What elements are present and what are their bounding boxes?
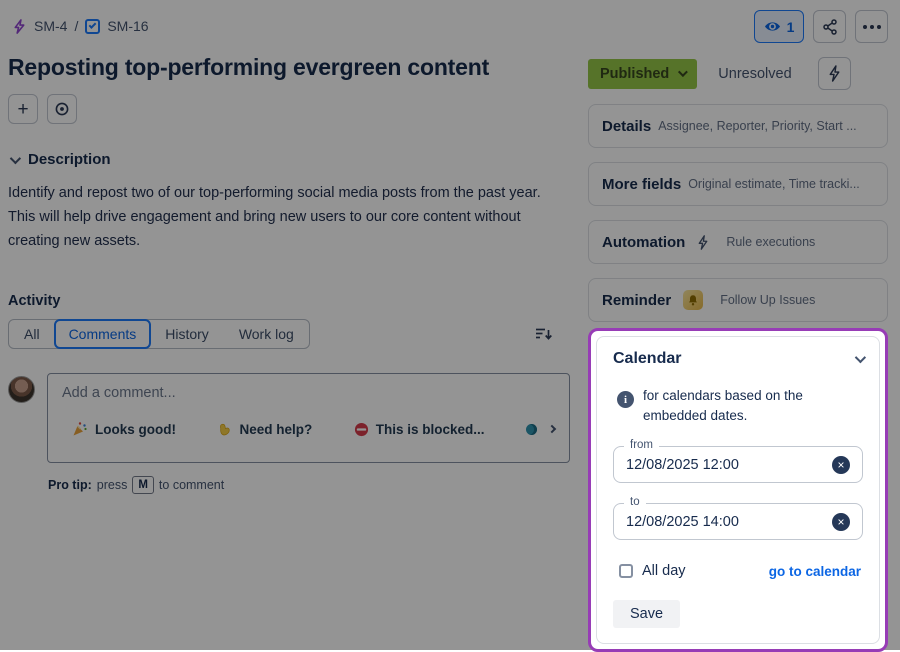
calendar-info: i for calendars based on the embedded da… xyxy=(613,386,863,426)
from-label: from xyxy=(624,439,659,451)
go-to-calendar-link[interactable]: go to calendar xyxy=(769,564,861,579)
all-day-label: All day xyxy=(642,563,686,579)
all-day-checkbox[interactable] xyxy=(619,564,633,578)
from-value[interactable]: 12/08/2025 12:00 xyxy=(626,457,832,473)
calendar-spotlight: Calendar i for calendars based on the em… xyxy=(588,328,888,652)
to-field[interactable]: to 12/08/2025 14:00 × xyxy=(613,503,863,540)
info-icon: i xyxy=(617,391,634,408)
calendar-title: Calendar xyxy=(613,350,681,368)
calendar-info-text: for calendars based on the embedded date… xyxy=(643,386,823,426)
chevron-down-icon[interactable] xyxy=(855,352,866,363)
save-button[interactable]: Save xyxy=(613,600,680,628)
to-label: to xyxy=(624,496,646,508)
from-field[interactable]: from 12/08/2025 12:00 × xyxy=(613,446,863,483)
all-day-row: All day go to calendar xyxy=(613,563,863,579)
clear-from-button[interactable]: × xyxy=(832,456,850,474)
calendar-header[interactable]: Calendar xyxy=(613,350,863,368)
to-value[interactable]: 12/08/2025 14:00 xyxy=(626,514,832,530)
clear-to-button[interactable]: × xyxy=(832,513,850,531)
calendar-panel: Calendar i for calendars based on the em… xyxy=(596,336,880,644)
